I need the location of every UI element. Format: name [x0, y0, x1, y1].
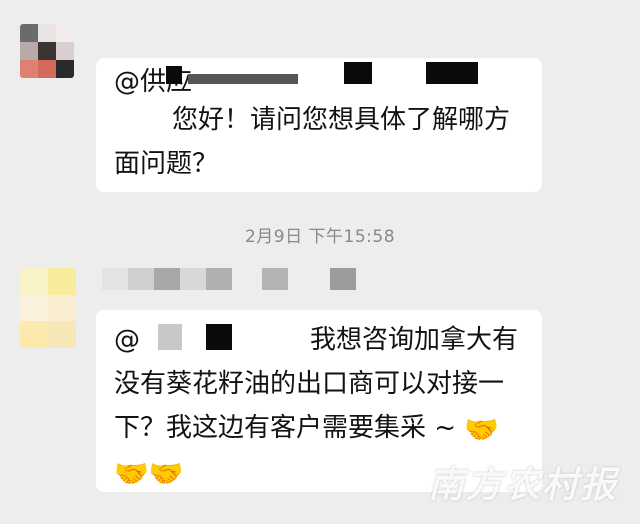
message-bubble-1[interactable]: @供应 您好！请问您想具体了解哪方 面问题？ [96, 58, 542, 192]
message-2-line-3-container: 下？我这边有客户需要集采 ~ 🤝 [114, 406, 499, 450]
newspaper-watermark: 南方农村报 [427, 464, 618, 506]
redaction-block [166, 66, 182, 84]
redaction-block [158, 324, 182, 350]
message-2-line-3: 下？我这边有客户需要集采 ~ [114, 413, 457, 443]
redaction-block [426, 62, 478, 84]
chat-timestamp: 2月9日 下午15:58 [244, 227, 396, 247]
message-1-line-1: 您好！请问您想具体了解哪方 [172, 105, 511, 135]
handshake-emoji-icon: 🤝 [464, 413, 500, 446]
avatar-1[interactable] [20, 24, 74, 78]
message-2-line-1: 我想咨询加拿大有 [310, 325, 519, 355]
message-2-line-2: 没有葵花籽油的出口商可以对接一 [114, 369, 505, 399]
mention-text: @ [114, 325, 140, 355]
message-2-emoji-row: 🤝🤝 [114, 450, 184, 494]
avatar-2[interactable] [20, 268, 76, 348]
message-1-line-2: 面问题？ [114, 149, 219, 179]
handshake-emoji-icon: 🤝 [148, 457, 184, 490]
handshake-emoji-icon: 🤝 [114, 457, 149, 490]
sender-name-redacted [102, 268, 356, 290]
redaction-block [206, 324, 232, 350]
redaction-block [344, 62, 372, 84]
redaction-block [188, 74, 298, 84]
